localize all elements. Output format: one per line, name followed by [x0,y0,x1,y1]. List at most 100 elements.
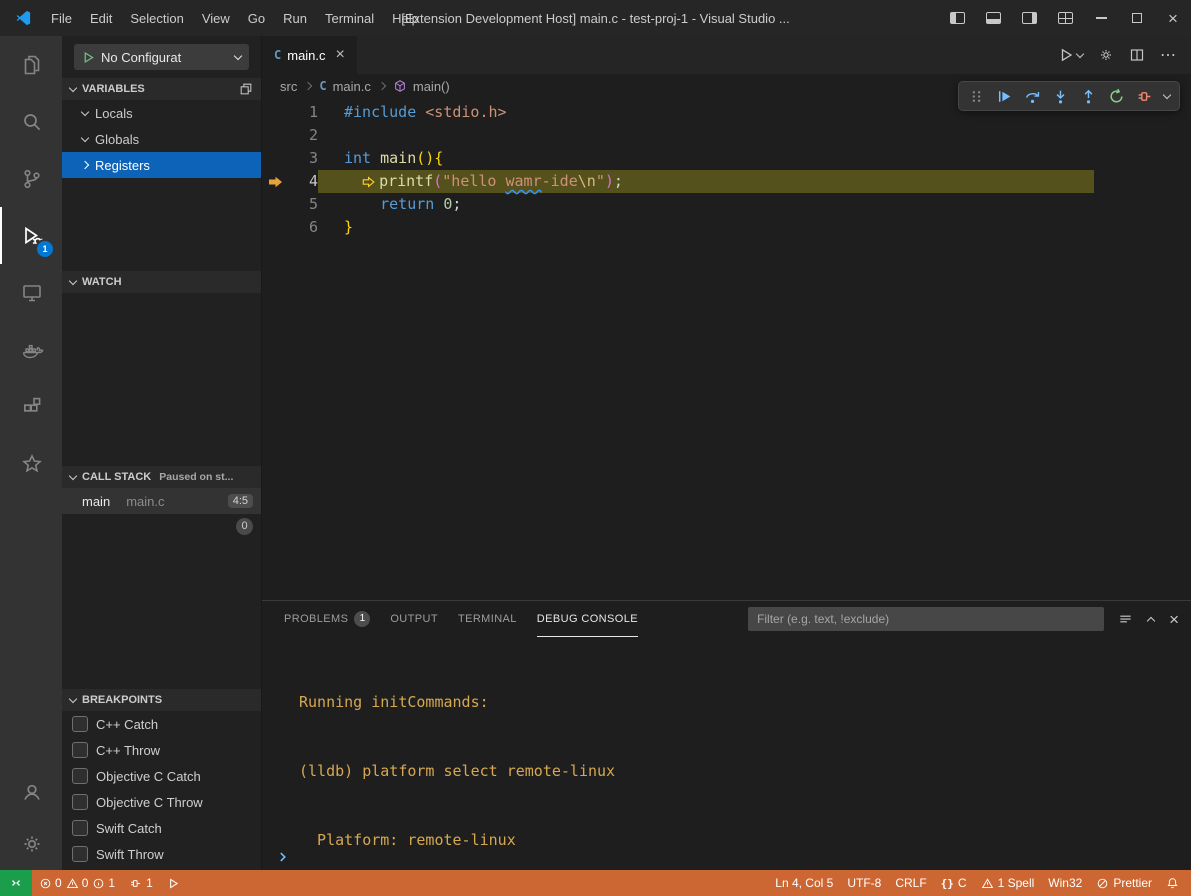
breakpoint-checkbox[interactable] [72,742,88,758]
problems-label: PROBLEMS [284,613,348,625]
step-out-icon[interactable] [1076,84,1101,108]
tab-problems[interactable]: PROBLEMS 1 [284,601,370,637]
toggle-sidebar-icon[interactable] [939,0,975,36]
step-over-icon[interactable] [1020,84,1045,108]
launch-configuration-dropdown[interactable]: No Configurat [74,44,249,70]
remote-indicator[interactable] [0,870,32,896]
minimize-button[interactable] [1083,0,1119,36]
code-editor[interactable]: 1#include <stdio.h>23int main(){4 printf… [262,98,1191,600]
code-line[interactable]: 2 [262,124,1191,147]
watch-section-header[interactable]: WATCH [62,271,261,293]
breakpoint-row[interactable]: C++ Catch [62,711,261,737]
code-line[interactable]: 6} [262,216,1191,239]
breakpoint-row[interactable]: Objective C Catch [62,763,261,789]
disconnect-icon[interactable] [1132,84,1157,108]
call-stack-section-header[interactable]: CALL STACK Paused on st... [62,466,261,488]
more-actions-icon[interactable]: ⋯ [1160,45,1177,65]
breakpoint-checkbox[interactable] [72,820,88,836]
stack-frame-row[interactable]: main main.c 4:5 [62,488,261,514]
close-button[interactable]: × [1155,0,1191,36]
breakpoint-gutter[interactable] [262,101,290,124]
chevron-down-icon[interactable] [1160,84,1174,108]
extensions-icon [20,395,44,419]
activity-run-and-debug[interactable]: 1 [0,207,62,264]
menu-selection[interactable]: Selection [121,11,192,26]
maximize-panel-icon[interactable] [1148,615,1154,624]
breakpoint-gutter[interactable] [262,193,290,216]
breadcrumb-src[interactable]: src [280,79,297,94]
activity-explorer[interactable] [0,36,62,93]
breakpoint-gutter[interactable] [262,147,290,170]
code-line[interactable]: 5 return 0; [262,193,1191,216]
breakpoint-row[interactable]: Objective C Throw [62,789,261,815]
variables-section-header[interactable]: VARIABLES [62,78,261,100]
menu-terminal[interactable]: Terminal [316,11,383,26]
debug-status[interactable] [160,870,187,896]
close-tab-icon[interactable]: × [336,47,345,63]
code-line[interactable]: 3int main(){ [262,147,1191,170]
breakpoint-checkbox[interactable] [72,768,88,784]
variables-globals-row[interactable]: Globals [62,126,261,152]
tab-main-c[interactable]: C main.c × [262,36,358,74]
menu-edit[interactable]: Edit [81,11,121,26]
code-token: <stdio.h> [425,101,506,124]
activity-docker[interactable] [0,321,62,378]
toggle-panel-icon[interactable] [975,0,1011,36]
code-token: ; [452,193,461,216]
variables-registers-row[interactable]: Registers [62,152,261,178]
activity-source-control[interactable] [0,150,62,207]
split-editor-icon[interactable] [1129,47,1145,63]
debug-toolbar [958,81,1180,111]
breakpoint-row[interactable]: C++ Throw [62,737,261,763]
drag-grip-icon[interactable] [964,84,989,108]
breakpoint-checkbox[interactable] [72,716,88,732]
activity-settings[interactable] [0,818,62,870]
start-debug-icon[interactable] [82,51,95,64]
breakpoint-gutter[interactable] [262,124,290,147]
breakpoint-checkbox[interactable] [72,846,88,862]
panel-tabs: PROBLEMS 1 OUTPUT TERMINAL DEBUG CONSOLE [284,601,638,637]
run-or-debug-button[interactable] [1058,47,1083,63]
breakpoint-gutter[interactable] [262,216,290,239]
activity-star[interactable] [0,435,62,492]
continue-icon[interactable] [992,84,1017,108]
panel-menu-icon[interactable] [1118,612,1133,627]
toggle-secondary-sidebar-icon[interactable] [1011,0,1047,36]
console-filter-input[interactable] [748,607,1104,631]
tab-terminal[interactable]: TERMINAL [458,601,517,637]
console-input-row[interactable] [262,844,1191,870]
breakpoints-section-header[interactable]: BREAKPOINTS [62,689,261,711]
tab-debug-console[interactable]: DEBUG CONSOLE [537,601,638,637]
restart-icon[interactable] [1104,84,1129,108]
activity-extensions[interactable] [0,378,62,435]
activity-remote-explorer[interactable] [0,264,62,321]
vscode-logo-icon [14,9,32,27]
symbol-method-icon [393,79,407,93]
problems-status[interactable]: 0 0 1 [32,870,122,896]
activity-account[interactable] [0,766,62,818]
customize-layout-icon[interactable] [1047,0,1083,36]
breakpoint-row[interactable]: Swift Catch [62,815,261,841]
breakpoint-row[interactable]: Swift Throw [62,841,261,867]
main-area: 1 [0,36,1191,870]
menu-view[interactable]: View [193,11,239,26]
ports-status[interactable]: 1 [122,870,160,896]
code-line[interactable]: 4 printf("hello wamr-ide\n"); [262,170,1191,193]
breadcrumb-file[interactable]: main.c [333,79,371,94]
breadcrumb-symbol[interactable]: main() [413,79,450,94]
line-number: 5 [290,193,318,216]
maximize-button[interactable] [1119,0,1155,36]
toolchain-gear-icon[interactable] [1098,47,1114,63]
menu-run[interactable]: Run [274,11,316,26]
menu-file[interactable]: File [42,11,81,26]
collapse-all-icon[interactable] [239,82,253,96]
menu-go[interactable]: Go [239,11,274,26]
execution-pointer-icon[interactable] [262,170,290,193]
variables-locals-row[interactable]: Locals [62,100,261,126]
tab-output[interactable]: OUTPUT [390,601,438,637]
activity-search[interactable] [0,93,62,150]
close-panel-icon[interactable]: × [1169,611,1179,628]
breakpoint-checkbox[interactable] [72,794,88,810]
step-into-icon[interactable] [1048,84,1073,108]
activity-bar-bottom [0,766,62,870]
